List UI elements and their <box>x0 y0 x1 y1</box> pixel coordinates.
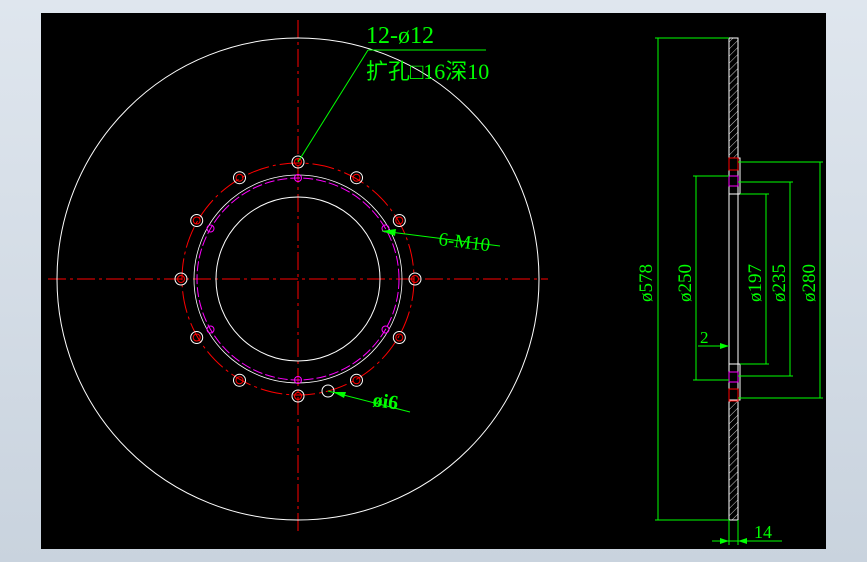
dim-250-text: ø250 <box>675 264 696 302</box>
disc-section-lower[interactable] <box>728 399 739 521</box>
bolt-hole[interactable] <box>233 373 246 387</box>
hole-detail-3 <box>728 371 739 383</box>
pin-callout-arrow <box>333 392 346 398</box>
bolt-hole[interactable] <box>350 373 363 387</box>
side-view: ø578 ø250 2 ø197 ø235 ø280 14 <box>636 37 823 545</box>
dim-197-text: ø197 <box>745 264 766 302</box>
hole-callout-line2: 扩孔□16深10 <box>366 59 489 84</box>
bolt-hole[interactable] <box>350 171 363 185</box>
dim-outer-text: ø578 <box>636 264 657 302</box>
hole-detail-1 <box>728 157 739 171</box>
tapped-callout-text: 6-M10 <box>437 229 491 256</box>
hole-callout-line1: 12-ø12 <box>366 23 434 49</box>
dim-thickness-arrow-right <box>738 538 747 544</box>
bolt-hole[interactable] <box>190 214 204 227</box>
hole-detail-2 <box>728 175 739 187</box>
hole-detail-4 <box>728 388 739 402</box>
dim-thickness-text: 14 <box>754 522 772 542</box>
dim-step-arrow <box>720 343 729 349</box>
dim-thickness-arrow-left <box>720 538 729 544</box>
bolt-hole[interactable] <box>233 171 246 185</box>
bolt-hole-inner <box>235 173 244 182</box>
disc-section-upper[interactable] <box>728 37 739 159</box>
bolt-hole[interactable] <box>392 331 406 344</box>
front-view: 12-ø12 扩孔□16深10 6-M10 øi6 <box>48 20 548 535</box>
bolt-hole[interactable] <box>392 214 406 227</box>
dim-step-text: 2 <box>700 328 709 347</box>
pin-callout-text: øi6 <box>371 389 399 414</box>
bolt-hole[interactable] <box>190 331 204 344</box>
cad-drawing: 12-ø12 扩孔□16深10 6-M10 øi6 ø578 ø250 2 ø1… <box>48 20 823 545</box>
dim-280-text: ø280 <box>799 264 820 302</box>
dim-235-text: ø235 <box>769 264 790 302</box>
hole-callout-leader <box>297 49 369 163</box>
bolt-hole-inner <box>352 376 361 385</box>
bolt-hole-inner <box>395 333 404 342</box>
